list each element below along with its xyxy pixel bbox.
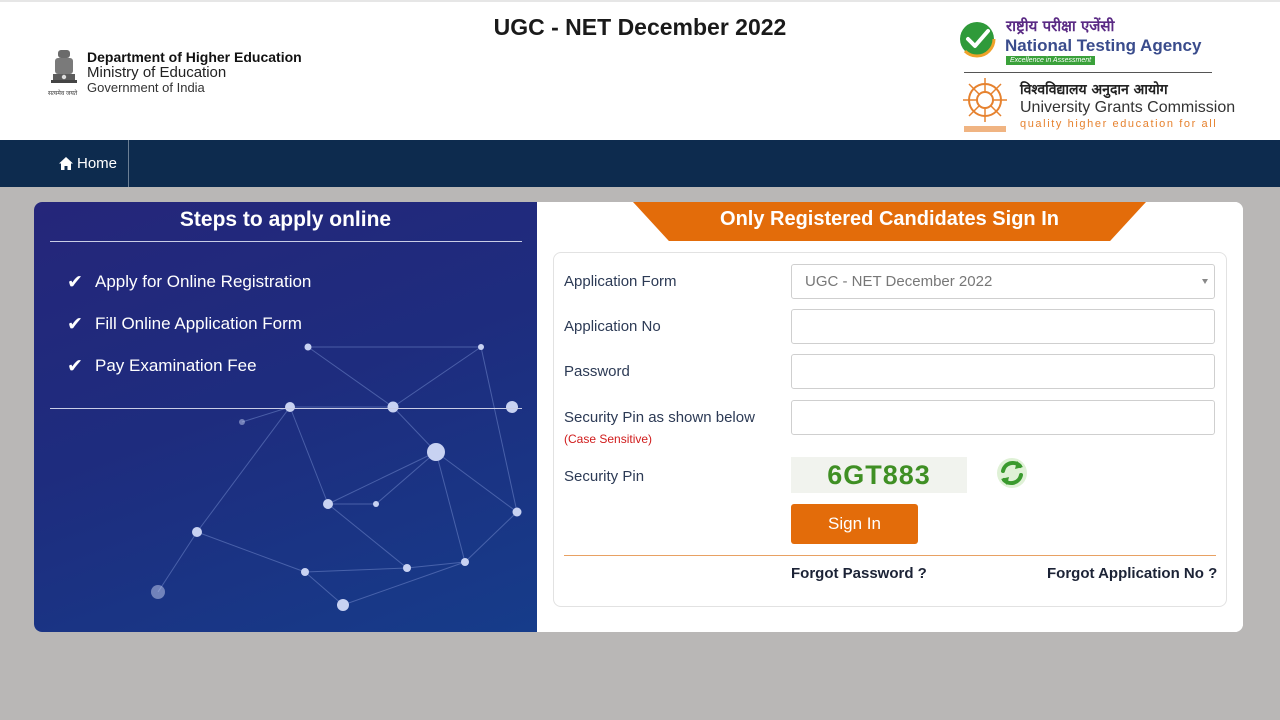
signin-panel: Only Registered Candidates Sign In Appli… (537, 202, 1243, 632)
password-input[interactable] (791, 354, 1215, 389)
form-divider (564, 555, 1216, 556)
checkmark-icon: ✔ (67, 271, 83, 293)
security-pin-label: Security Pin (564, 468, 645, 485)
refresh-captcha-icon[interactable] (995, 456, 1029, 490)
sign-in-button[interactable]: Sign In (791, 504, 918, 544)
network-background-graphic (151, 343, 522, 611)
nta-logo: राष्ट्रीय परीक्षा एजेंसी National Testin… (958, 16, 1228, 72)
steps-title: Steps to apply online (179, 208, 392, 231)
main-navbar: Home (0, 140, 1280, 187)
steps-divider-bottom (50, 408, 522, 409)
application-no-input[interactable] (791, 309, 1215, 344)
application-form-selected-value: UGC - NET December 2022 (805, 273, 993, 290)
step-item: ✔ Apply for Online Registration (67, 271, 311, 293)
home-icon (59, 157, 73, 170)
password-label: Password (564, 363, 630, 380)
ugc-emblem-icon (963, 78, 1007, 132)
login-card: Steps to apply online ✔ Apply for Online… (34, 202, 1243, 632)
ugc-english-name: University Grants Commission (1020, 99, 1236, 116)
nta-check-icon (958, 20, 996, 58)
nta-hindi-name: राष्ट्रीय परीक्षा एजेंसी (1006, 17, 1115, 35)
step-item: ✔ Pay Examination Fee (67, 355, 257, 377)
logo-divider (964, 72, 1212, 73)
site-header: सत्यमेव जयते Department of Higher Educat… (0, 0, 1280, 140)
captcha-image: 6GT883 (791, 457, 967, 493)
step-label: Pay Examination Fee (95, 356, 257, 375)
application-form-select[interactable]: UGC - NET December 2022 (791, 264, 1215, 299)
step-item: ✔ Fill Online Application Form (67, 313, 302, 335)
case-sensitive-note: (Case Sensitive) (564, 432, 653, 446)
ugc-tagline: quality higher education for all (1020, 118, 1218, 130)
nta-tagline: Excellence in Assessment (1006, 56, 1096, 65)
checkmark-icon: ✔ (67, 355, 83, 377)
security-pin-input[interactable] (791, 400, 1215, 435)
page-title: UGC - NET December 2022 (493, 14, 787, 40)
application-no-label: Application No (564, 318, 661, 335)
ministry-name: Ministry of Education (87, 64, 227, 81)
forgot-application-no-link[interactable]: Forgot Application No ? (1047, 565, 1217, 582)
checkmark-icon: ✔ (67, 313, 83, 335)
signin-banner-text: Only Registered Candidates Sign In (720, 208, 1059, 230)
ugc-hindi-name: विश्वविद्यालय अनुदान आयोग (1020, 82, 1168, 98)
nav-home-link[interactable]: Home (48, 140, 130, 187)
ugc-logo: विश्वविद्यालय अनुदान आयोग University Gra… (958, 76, 1235, 138)
emblem-caption: सत्यमेव जयते (48, 91, 78, 97)
signin-form: Application Form UGC - NET December 2022… (553, 252, 1227, 607)
security-pin-input-label: Security Pin as shown below (564, 409, 755, 426)
step-label: Apply for Online Registration (95, 272, 312, 291)
step-label: Fill Online Application Form (95, 314, 302, 333)
application-form-label: Application Form (564, 273, 677, 290)
department-block: Department of Higher Education Ministry … (87, 49, 302, 95)
nta-english-name: National Testing Agency (1005, 36, 1202, 55)
steps-divider-top (50, 241, 522, 242)
government-name: Government of India (87, 80, 205, 95)
dropdown-caret-icon (1202, 279, 1208, 284)
forgot-password-link[interactable]: Forgot Password ? (791, 565, 927, 582)
steps-panel: Steps to apply online ✔ Apply for Online… (34, 202, 537, 632)
nav-home-label: Home (77, 155, 118, 172)
department-name: Department of Higher Education (87, 49, 302, 65)
